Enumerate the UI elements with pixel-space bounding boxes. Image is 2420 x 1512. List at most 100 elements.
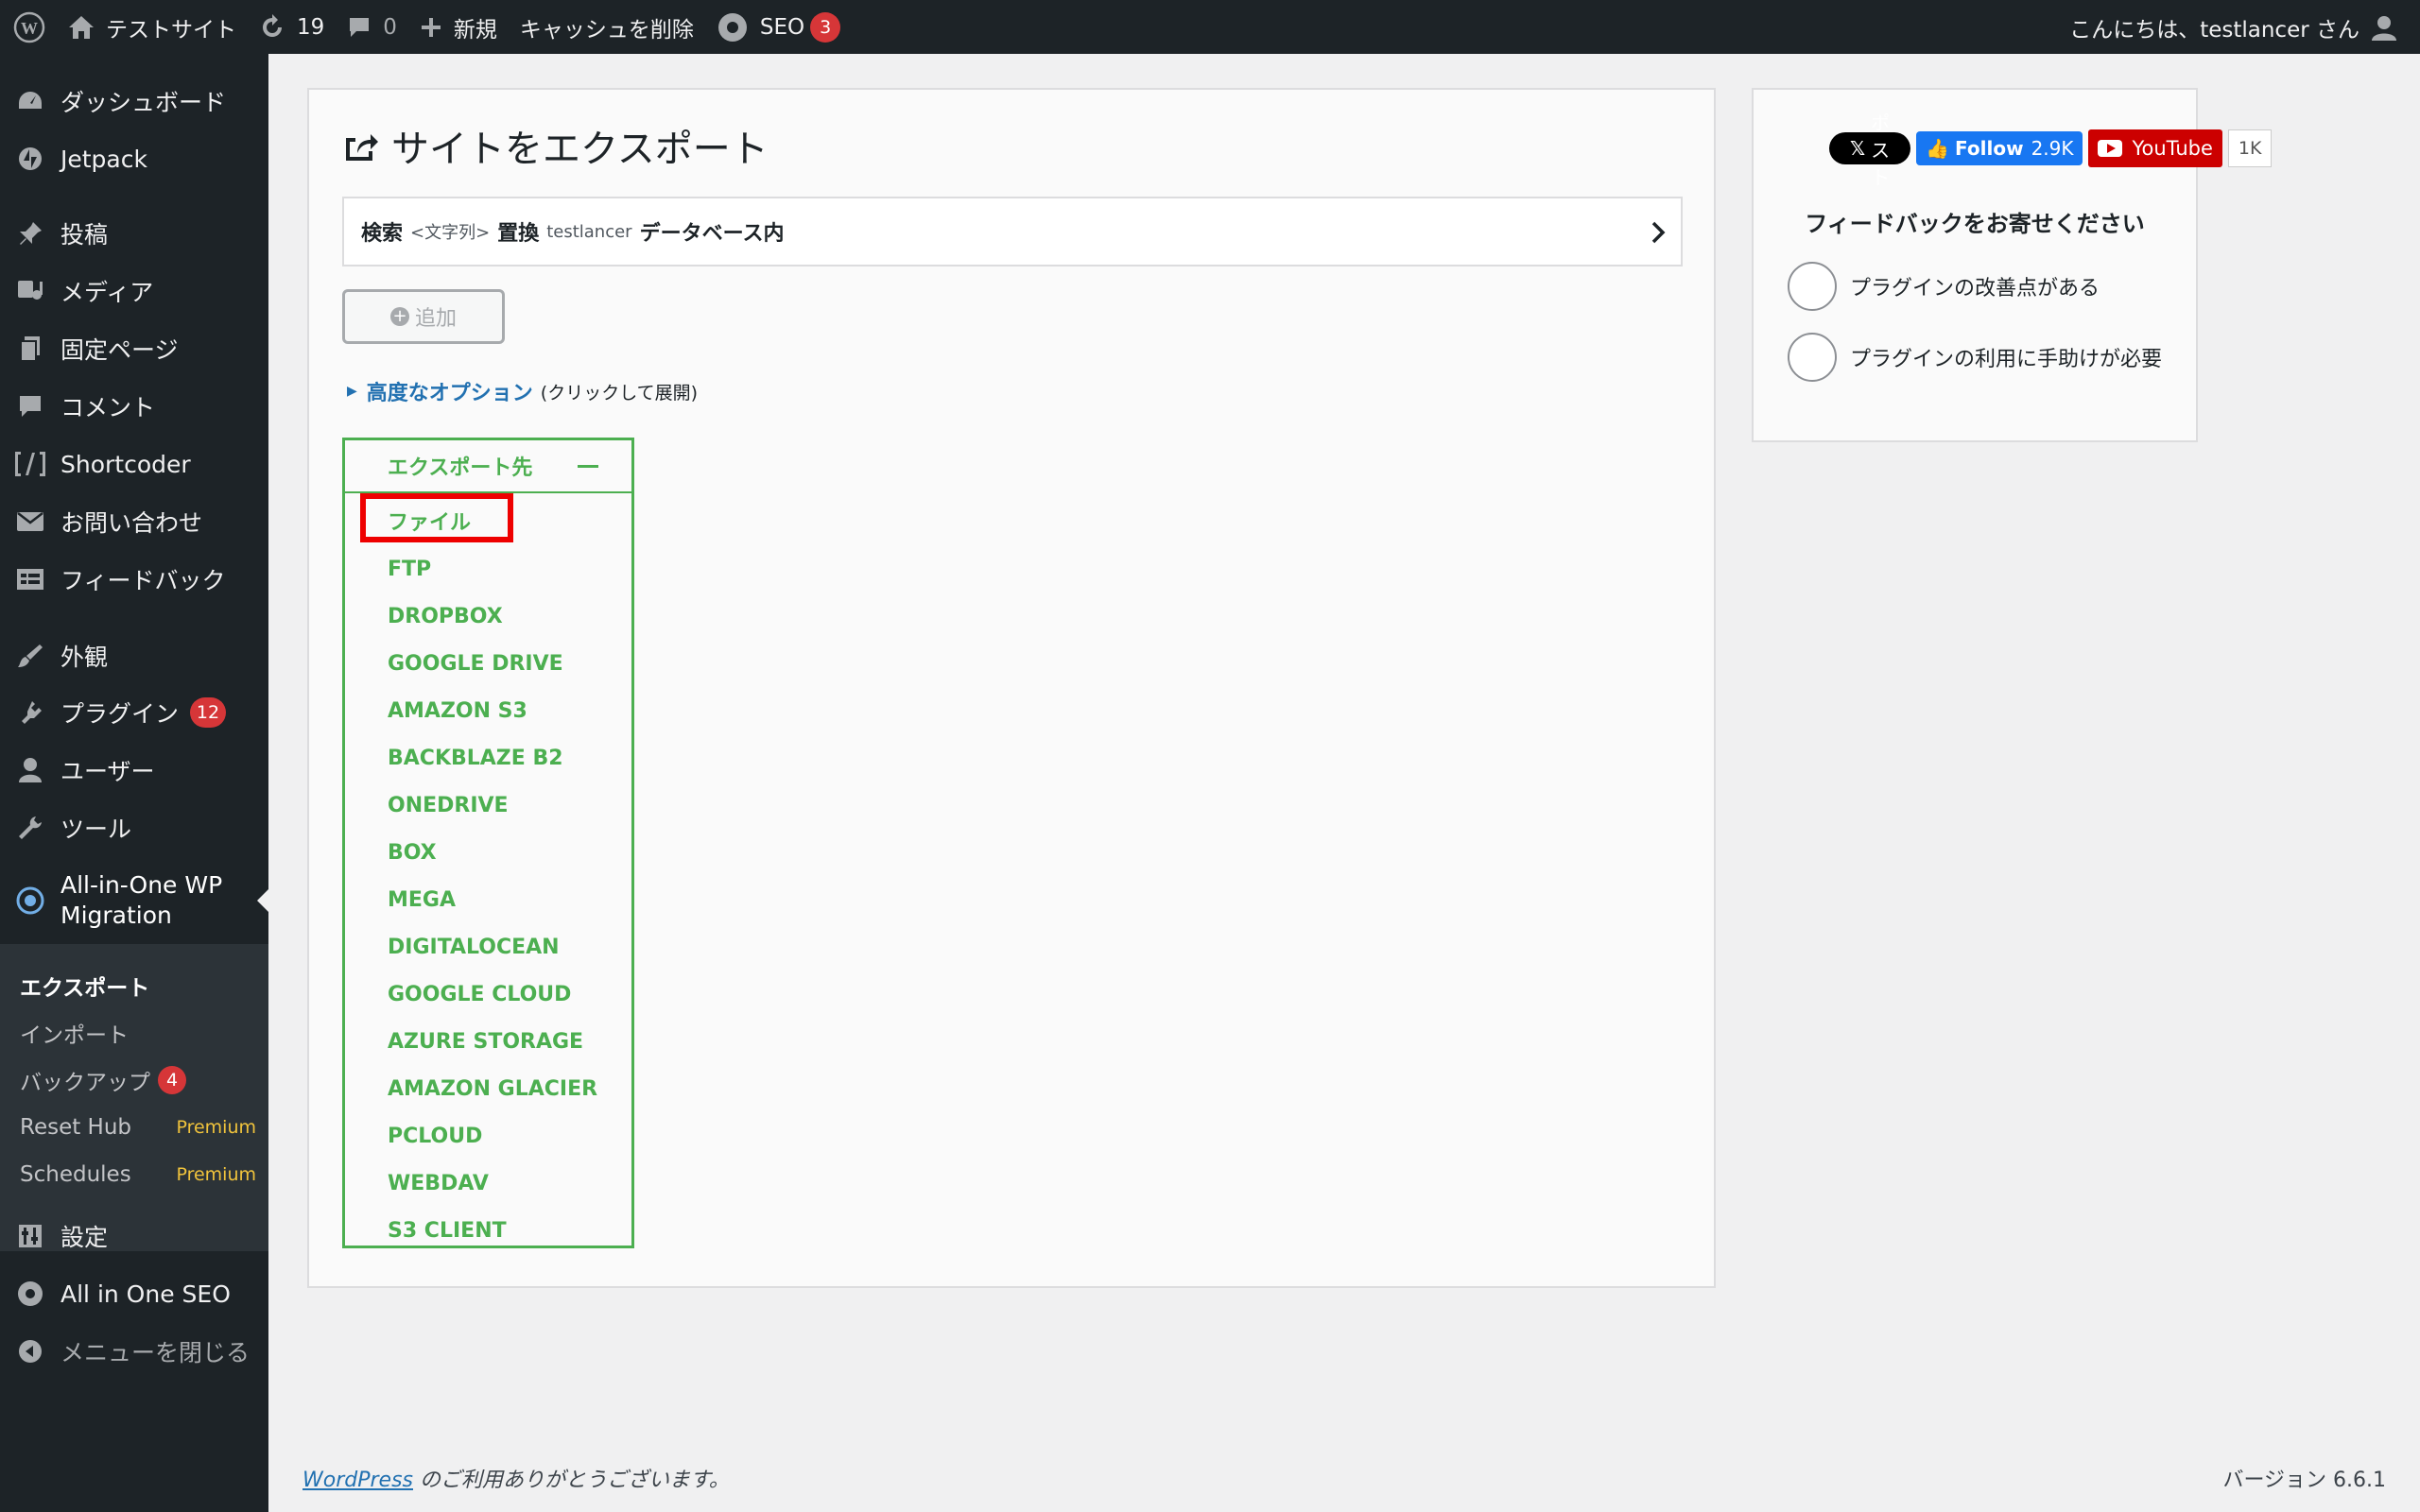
migration-label-line2: Migration — [60, 902, 172, 929]
replace-label: 置換 — [497, 222, 540, 246]
user-icon — [0, 757, 60, 783]
plugins-update-badge: 12 — [190, 697, 227, 728]
feedback-option-help[interactable]: プラグインの利用に手助けが必要 — [1788, 333, 2162, 382]
wordpress-link[interactable]: WordPress — [302, 1469, 413, 1492]
sidebar-item-label: ユーザー — [60, 758, 155, 785]
svg-text:W: W — [21, 19, 38, 38]
comment-icon — [350, 17, 370, 37]
export-to-amazon-glacier[interactable]: AMAZON GLACIER — [388, 1070, 597, 1108]
comment-icon — [0, 394, 60, 419]
submenu-backups[interactable]: バックアップ 4 — [20, 1057, 256, 1103]
x-post-label: ポスト — [1871, 111, 1891, 189]
export-to-backblaze-b2[interactable]: BACKBLAZE B2 — [388, 739, 563, 777]
youtube-label: YouTube — [2132, 137, 2213, 160]
seo-menu[interactable]: SEO 3 — [705, 0, 852, 54]
advanced-options-link[interactable]: 高度なオプション — [367, 376, 533, 406]
sidebar-item-dashboard[interactable]: ダッシュボード — [0, 73, 268, 129]
migration-label: All-in-One WP Migration — [60, 870, 222, 931]
facebook-follow-label: Follow — [1955, 137, 2024, 160]
sidebar-item-posts[interactable]: 投稿 — [0, 205, 268, 262]
wrench-icon — [0, 815, 60, 841]
sidebar-item-settings[interactable]: 設定 — [0, 1208, 268, 1264]
export-to-dropbox[interactable]: DROPBOX — [388, 597, 503, 635]
sidebar-item-jetpack[interactable]: Jetpack — [0, 130, 268, 187]
radio-button[interactable] — [1788, 333, 1837, 382]
settings-icon — [0, 1224, 60, 1248]
sidebar-item-shortcoder[interactable]: Shortcoder — [0, 436, 268, 492]
migration-label-line1: All-in-One WP — [60, 871, 223, 899]
plugin-icon — [0, 699, 60, 726]
clear-cache-link[interactable]: キャッシュを削除 — [509, 0, 705, 54]
export-to-webdav[interactable]: WEBDAV — [388, 1164, 489, 1202]
sidebar-item-comments[interactable]: コメント — [0, 378, 268, 435]
sidebar-item-label: 固定ページ — [60, 336, 179, 364]
sidebar-item-users[interactable]: ユーザー — [0, 742, 268, 799]
updates-link[interactable]: 19 — [248, 0, 336, 54]
media-icon — [0, 278, 60, 304]
export-icon — [346, 134, 378, 161]
sidebar-item-all-in-one-wp-migration[interactable]: All-in-One WP Migration — [0, 857, 268, 944]
export-to-ftp[interactable]: FTP — [388, 550, 431, 588]
advanced-options-toggle[interactable]: ▶ 高度なオプション (クリックして展開) — [347, 376, 698, 406]
feedback-option-improvement[interactable]: プラグインの改善点がある — [1788, 262, 2100, 311]
comments-link[interactable]: 0 — [336, 0, 408, 54]
sidebar-item-appearance[interactable]: 外観 — [0, 627, 268, 684]
export-to-google-drive[interactable]: GOOGLE DRIVE — [388, 644, 563, 682]
footer-thanks-text: のご利用ありがとうございます。 — [413, 1469, 730, 1492]
sidebar-item-label: ダッシュボード — [60, 89, 227, 116]
export-to-header[interactable]: エクスポート先 — [345, 440, 631, 493]
wordpress-logo-icon[interactable]: W — [0, 0, 57, 54]
sidebar-item-plugins[interactable]: プラグイン 12 — [0, 684, 268, 741]
export-to-s3-client[interactable]: S3 CLIENT — [388, 1211, 507, 1249]
find-replace-row[interactable]: 検索 <文字列> 置換 testlancer データベース内 — [342, 197, 1683, 266]
submenu-label: Schedules — [20, 1162, 131, 1187]
sidebar-item-all-in-one-seo[interactable]: All in One SEO — [0, 1265, 268, 1322]
radio-button[interactable] — [1788, 262, 1837, 311]
submenu-import[interactable]: インポート — [20, 1010, 256, 1056]
refresh-icon — [263, 13, 282, 37]
submenu-label: エクスポート — [20, 976, 150, 1001]
export-to-mega[interactable]: MEGA — [388, 881, 456, 919]
social-buttons: 𝕏 ポスト 👍 Follow 2.9K YouTube 1K — [1829, 112, 2273, 189]
export-to-azure-storage[interactable]: AZURE STORAGE — [388, 1022, 583, 1060]
search-label: 検索 — [361, 222, 404, 246]
export-to-dropdown: エクスポート先 ファイル FTP DROPBOX GOOGLE DRIVE AM… — [342, 438, 634, 1248]
youtube-button[interactable]: YouTube — [2088, 129, 2222, 167]
seo-icon — [717, 12, 747, 42]
export-to-pcloud[interactable]: PCLOUD — [388, 1117, 482, 1155]
plus-icon — [421, 17, 441, 37]
export-to-google-cloud[interactable]: GOOGLE CLOUD — [388, 975, 571, 1013]
sidebar-item-feedback[interactable]: フィードバック — [0, 551, 268, 608]
submenu-export[interactable]: エクスポート — [20, 963, 256, 1008]
facebook-follow-button[interactable]: 👍 Follow 2.9K — [1916, 131, 2083, 165]
sidebar-item-contact[interactable]: お問い合わせ — [0, 493, 268, 550]
footer-thanks: WordPress のご利用ありがとうございます。 — [302, 1463, 730, 1493]
export-to-amazon-s3[interactable]: AMAZON S3 — [388, 692, 527, 730]
sidebar-item-pages[interactable]: 固定ページ — [0, 320, 268, 377]
export-to-box[interactable]: BOX — [388, 833, 437, 871]
submenu-reset-hub[interactable]: Reset Hub Premium — [20, 1105, 256, 1150]
sidebar-item-label: フィードバック — [60, 567, 226, 594]
export-to-onedrive[interactable]: ONEDRIVE — [388, 786, 509, 824]
new-content-link[interactable]: 新規 — [408, 0, 509, 54]
x-post-button[interactable]: 𝕏 ポスト — [1829, 112, 1911, 189]
submenu-schedules[interactable]: Schedules Premium — [20, 1152, 256, 1197]
premium-tag: Premium — [176, 1117, 256, 1138]
sidebar-item-label: メディア — [60, 279, 154, 306]
add-button[interactable]: + 追加 — [342, 289, 505, 344]
backups-count-badge: 4 — [158, 1066, 186, 1094]
sidebar-item-media[interactable]: メディア — [0, 263, 268, 319]
export-to-file[interactable]: ファイル — [388, 502, 471, 540]
site-name-link[interactable]: テストサイト — [57, 0, 248, 54]
comments-count: 0 — [383, 14, 397, 40]
export-panel: サイトをエクスポート 検索 <文字列> 置換 testlancer データベース… — [307, 88, 1716, 1288]
page-title: サイトをエクスポート — [342, 118, 769, 173]
export-to-digitalocean[interactable]: DIGITALOCEAN — [388, 928, 560, 966]
sidebar-item-tools[interactable]: ツール — [0, 799, 268, 856]
collapse-icon — [0, 1338, 60, 1365]
my-account-link[interactable]: こんにちは、testlancer さん — [2058, 0, 2409, 54]
export-to-label: エクスポート先 — [388, 456, 533, 480]
sidebar-collapse-menu[interactable]: メニューを閉じる — [0, 1323, 268, 1380]
submenu-label: Reset Hub — [20, 1115, 132, 1140]
replace-value: testlancer — [546, 221, 632, 242]
